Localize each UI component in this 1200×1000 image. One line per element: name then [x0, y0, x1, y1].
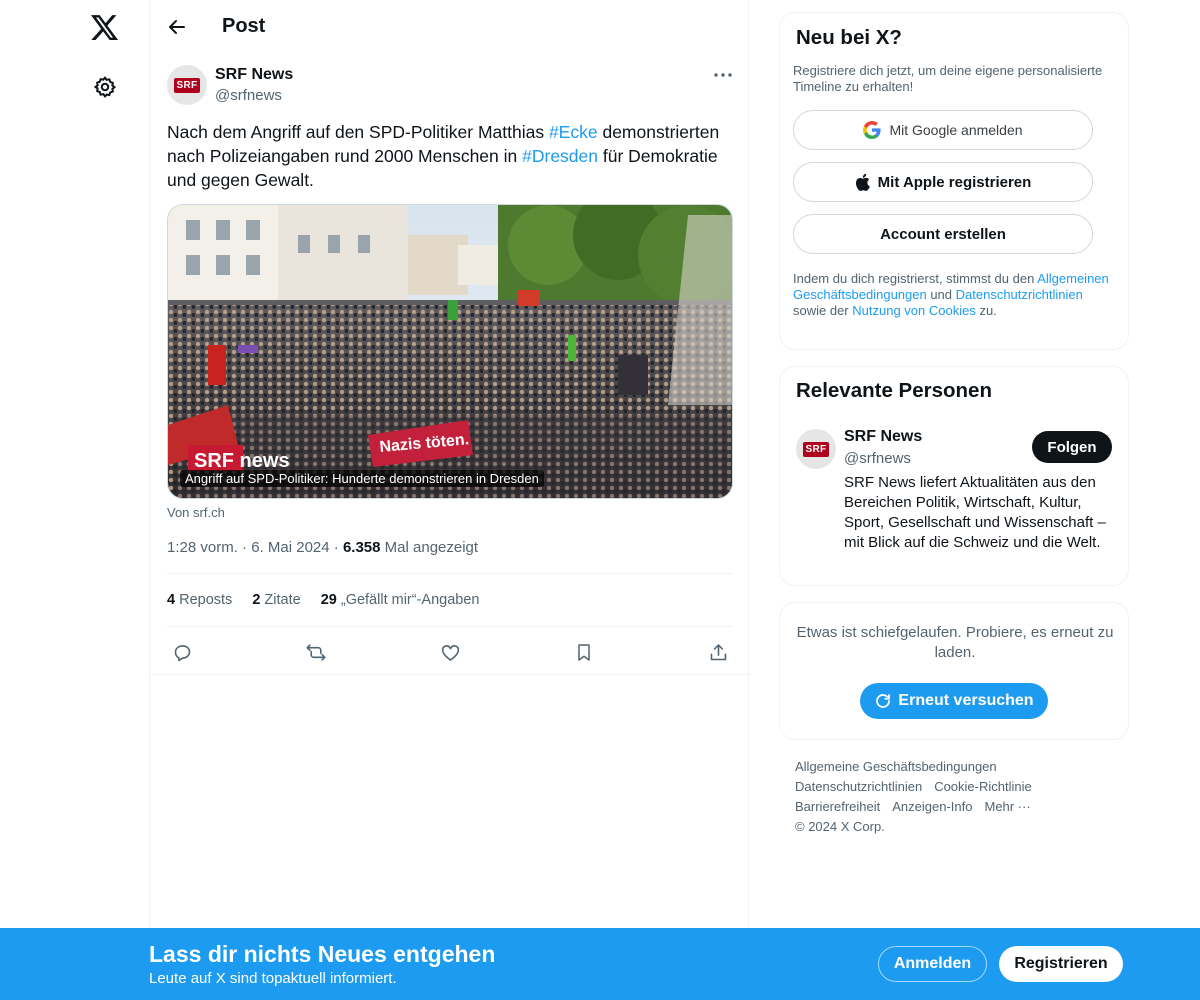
srf-logo: SRF: [802, 441, 830, 457]
x-logo-icon[interactable]: [87, 10, 123, 46]
signup-description: Registriere dich jetzt, um deine eigene …: [793, 63, 1103, 94]
quotes-count: 2: [252, 592, 261, 608]
quotes-stat[interactable]: 2 Zitate: [252, 592, 300, 608]
media-source[interactable]: Von srf.ch: [167, 505, 225, 520]
footer-row: Datenschutzrichtlinien Cookie-Richtlinie: [795, 777, 1125, 797]
person-handle[interactable]: @srfnews: [844, 450, 911, 467]
likes-stat[interactable]: 29 „Gefällt mir“-Angaben: [321, 592, 480, 608]
avatar[interactable]: SRF: [167, 65, 207, 105]
footer-link[interactable]: Mehr ···: [985, 799, 1031, 814]
bottom-bar-title: Lass dir nichts Neues entgehen: [149, 941, 496, 967]
bottom-signup-bar: Lass dir nichts Neues entgehen Leute auf…: [0, 928, 1200, 1000]
apple-signup-button[interactable]: Mit Apple registrieren: [793, 162, 1093, 202]
apple-icon: [855, 173, 870, 191]
legal-text: sowie der: [793, 303, 853, 318]
tweet-text-part: Nach dem Angriff auf den SPD-Politiker M…: [167, 122, 549, 142]
follow-button[interactable]: Folgen: [1032, 431, 1112, 463]
reposts-count: 4: [167, 592, 176, 608]
error-card: Etwas ist schiefgelaufen. Probiere, es e…: [779, 602, 1129, 740]
footer-row: Barrierefreiheit Anzeigen-Info Mehr ···: [795, 797, 1125, 817]
footer-link[interactable]: Barrierefreiheit: [795, 799, 880, 814]
share-icon[interactable]: [706, 640, 730, 664]
media-image: Nazis töten. SRF news: [168, 205, 732, 498]
retry-label: Erneut versuchen: [898, 692, 1034, 709]
legal-text: und: [926, 287, 956, 302]
legal-notice: Indem du dich registrierst, stimmst du d…: [793, 271, 1113, 319]
bottom-bar-subtitle: Leute auf X sind topaktuell informiert.: [149, 970, 397, 987]
repost-icon[interactable]: [304, 640, 328, 664]
cookies-link[interactable]: Nutzung von Cookies: [852, 303, 976, 318]
likes-label: „Gefällt mir“-Angaben: [340, 592, 480, 608]
author-name[interactable]: SRF News: [215, 66, 293, 84]
bookmark-icon[interactable]: [572, 640, 596, 664]
reposts-stat[interactable]: 4 Reposts: [167, 592, 232, 608]
media-caption: Angriff auf SPD-Politiker: Hunderte demo…: [180, 470, 544, 487]
person-bio: SRF News liefert Aktualitäten aus den Be…: [844, 474, 1106, 551]
tweet-time[interactable]: 1:28 vorm.: [167, 539, 238, 556]
back-arrow-icon[interactable]: [164, 14, 190, 40]
page-header: Post: [150, 0, 750, 54]
legal-text: Indem du dich registrierst, stimmst du d…: [793, 271, 1038, 286]
meta-separator: ·: [242, 539, 252, 556]
legal-text: zu.: [975, 303, 997, 318]
google-signin-button[interactable]: Mit Google anmelden: [793, 110, 1093, 150]
footer-link[interactable]: Datenschutzrichtlinien: [795, 779, 922, 794]
tweet-text: Nach dem Angriff auf den SPD-Politiker M…: [167, 120, 737, 192]
google-signin-label: Mit Google anmelden: [889, 122, 1023, 138]
privacy-link[interactable]: Datenschutzrichtlinien: [956, 287, 1083, 302]
heart-icon[interactable]: [438, 640, 462, 664]
signup-title: Neu bei X?: [796, 26, 902, 49]
more-options-icon[interactable]: [712, 66, 734, 84]
tweet-date[interactable]: 6. Mai 2024: [251, 539, 329, 556]
google-icon: [863, 121, 882, 139]
page-title: Post: [222, 15, 266, 37]
retry-button[interactable]: Erneut versuchen: [860, 683, 1048, 719]
hashtag-link[interactable]: #Ecke: [549, 122, 598, 142]
footer-row: Allgemeine Geschäftsbedingungen: [795, 757, 1125, 777]
footer-link[interactable]: Allgemeine Geschäftsbedingungen: [795, 759, 997, 774]
login-button[interactable]: Anmelden: [878, 946, 987, 982]
error-message: Etwas ist schiefgelaufen. Probiere, es e…: [796, 624, 1114, 661]
copyright: © 2024 X Corp.: [795, 819, 885, 834]
reply-icon[interactable]: [170, 640, 194, 664]
footer-link[interactable]: Anzeigen-Info: [892, 799, 972, 814]
left-nav: [0, 0, 150, 1000]
footer-links: Allgemeine Geschäftsbedingungen Datensch…: [795, 757, 1125, 837]
avatar[interactable]: SRF: [796, 429, 836, 469]
likes-count: 29: [320, 592, 337, 608]
main-column: Post SRF SRF News @srfnews Nach dem Angr…: [149, 0, 750, 1000]
create-account-button[interactable]: Account erstellen: [793, 214, 1093, 254]
hashtag-link[interactable]: #Dresden: [522, 146, 598, 166]
divider: [167, 573, 733, 574]
refresh-icon: [876, 694, 891, 708]
media-card[interactable]: Nazis töten. SRF news Angriff auf SPD-Po…: [167, 204, 733, 499]
create-account-label: Account erstellen: [880, 225, 1006, 243]
meta-separator: ·: [333, 539, 343, 556]
relevant-people-title: Relevante Personen: [796, 379, 992, 402]
relevant-people-card: Relevante Personen SRF SRF News @srfnews…: [779, 366, 1129, 586]
srf-logo: SRF: [173, 77, 201, 93]
engagement-stats: 4 Reposts 2 Zitate 29 „Gefällt mir“-Anga…: [167, 592, 479, 608]
reposts-label: Reposts: [179, 592, 233, 608]
author-handle[interactable]: @srfnews: [215, 87, 282, 104]
views-count: 6.358: [342, 539, 381, 556]
apple-signup-label: Mit Apple registrieren: [877, 173, 1032, 191]
footer-link[interactable]: Cookie-Richtlinie: [934, 779, 1032, 794]
quotes-label: Zitate: [264, 592, 301, 608]
media-watermark: SRF news: [194, 450, 290, 472]
person-name[interactable]: SRF News: [844, 428, 922, 446]
gear-icon[interactable]: [90, 72, 120, 102]
divider: [167, 626, 733, 627]
views-label: Mal angezeigt: [384, 539, 479, 556]
signup-card: Neu bei X? Registriere dich jetzt, um de…: [779, 12, 1129, 350]
divider: [150, 674, 750, 675]
tweet-meta: 1:28 vorm. · 6. Mai 2024 · 6.358 Mal ang…: [167, 539, 478, 556]
register-button[interactable]: Registrieren: [999, 946, 1123, 982]
